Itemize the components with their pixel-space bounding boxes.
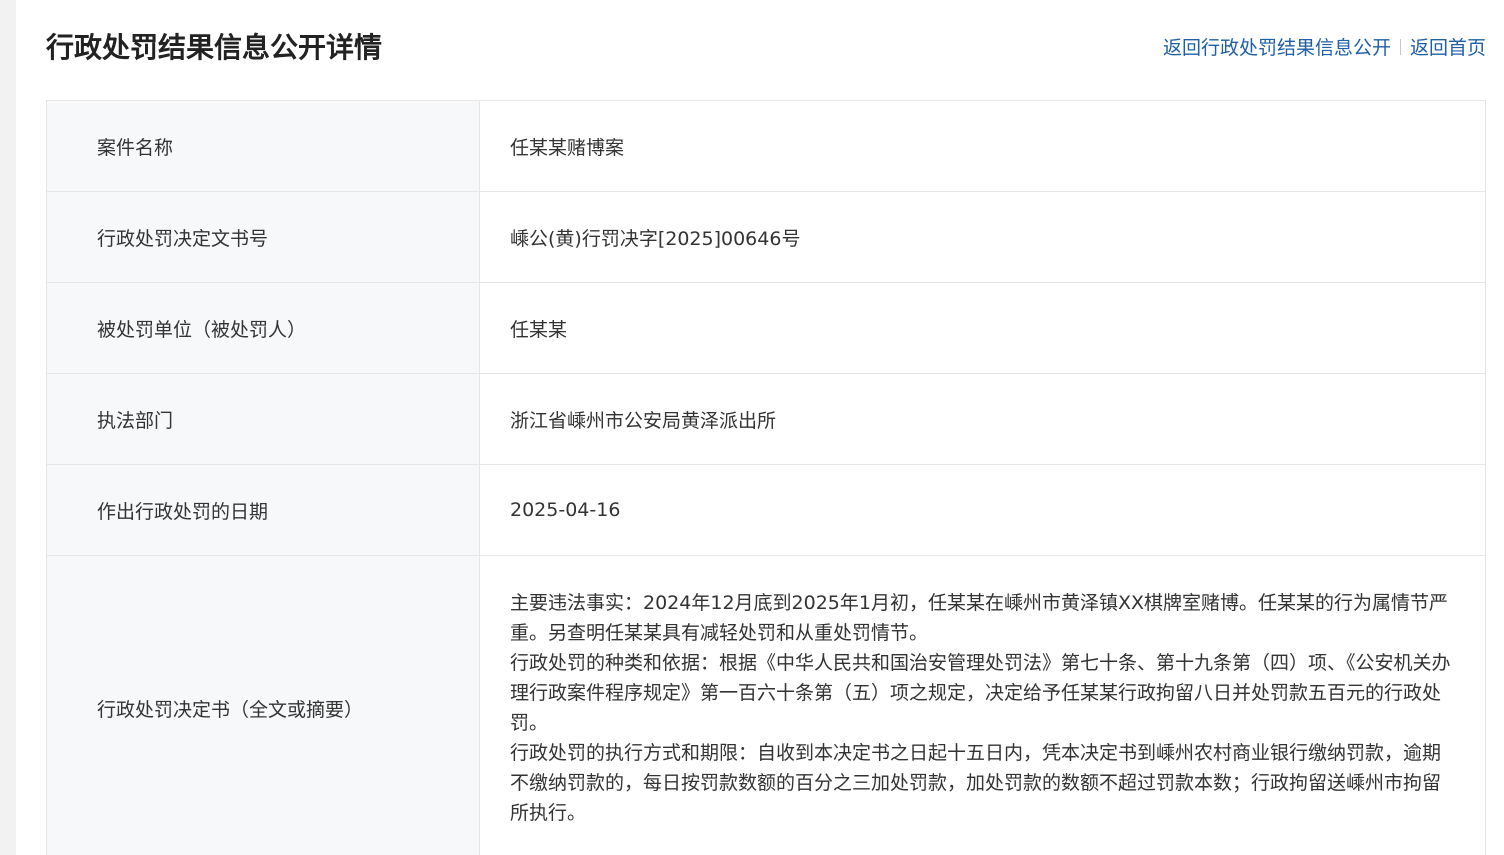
row-value-case-name: 任某某赌博案: [479, 100, 1486, 192]
nav-links: 返回行政处罚结果信息公开 返回首页: [1163, 34, 1486, 62]
page-title: 行政处罚结果信息公开详情: [46, 31, 383, 64]
row-value-enforcement-dept: 浙江省嵊州市公安局黄泽派出所: [479, 373, 1486, 465]
row-value-document-number: 嵊公(黄)行罚决字[2025]00646号: [479, 191, 1486, 283]
left-gutter: [0, 0, 16, 855]
row-value-decision-date: 2025-04-16: [479, 464, 1486, 556]
table-row: 行政处罚决定文书号 嵊公(黄)行罚决字[2025]00646号: [46, 191, 1486, 283]
decision-facts-paragraph: 主要违法事实：2024年12月底到2025年1月初，任某某在嵊州市黄泽镇XX棋牌…: [510, 592, 1449, 644]
row-label-decision-date: 作出行政处罚的日期: [46, 464, 480, 556]
row-value-penalized-party: 任某某: [479, 282, 1486, 374]
table-row: 行政处罚决定书（全文或摘要） 主要违法事实：2024年12月底到2025年1月初…: [46, 555, 1486, 855]
row-label-case-name: 案件名称: [46, 100, 480, 192]
detail-table: 案件名称 任某某赌博案 行政处罚决定文书号 嵊公(黄)行罚决字[2025]006…: [46, 100, 1486, 855]
nav-divider: [1399, 39, 1401, 55]
back-to-list-link[interactable]: 返回行政处罚结果信息公开: [1163, 37, 1391, 59]
row-label-document-number: 行政处罚决定文书号: [46, 191, 480, 283]
row-label-enforcement-dept: 执法部门: [46, 373, 480, 465]
decision-basis-paragraph: 行政处罚的种类和依据：根据《中华人民共和国治安管理处罚法》第七十条、第十九条第（…: [510, 652, 1451, 734]
decision-execution-paragraph: 行政处罚的执行方式和期限：自收到本决定书之日起十五日内，凭本决定书到嵊州农村商业…: [510, 742, 1442, 824]
page-header: 行政处罚结果信息公开详情 返回行政处罚结果信息公开 返回首页: [46, 28, 1486, 72]
table-row: 执法部门 浙江省嵊州市公安局黄泽派出所: [46, 373, 1486, 465]
row-value-decision-document: 主要违法事实：2024年12月底到2025年1月初，任某某在嵊州市黄泽镇XX棋牌…: [479, 555, 1486, 855]
row-label-penalized-party: 被处罚单位（被处罚人）: [46, 282, 480, 374]
row-label-decision-document: 行政处罚决定书（全文或摘要）: [46, 555, 480, 855]
back-to-home-link[interactable]: 返回首页: [1410, 37, 1486, 59]
table-row: 作出行政处罚的日期 2025-04-16: [46, 464, 1486, 556]
table-row: 案件名称 任某某赌博案: [46, 100, 1486, 192]
table-row: 被处罚单位（被处罚人） 任某某: [46, 282, 1486, 374]
